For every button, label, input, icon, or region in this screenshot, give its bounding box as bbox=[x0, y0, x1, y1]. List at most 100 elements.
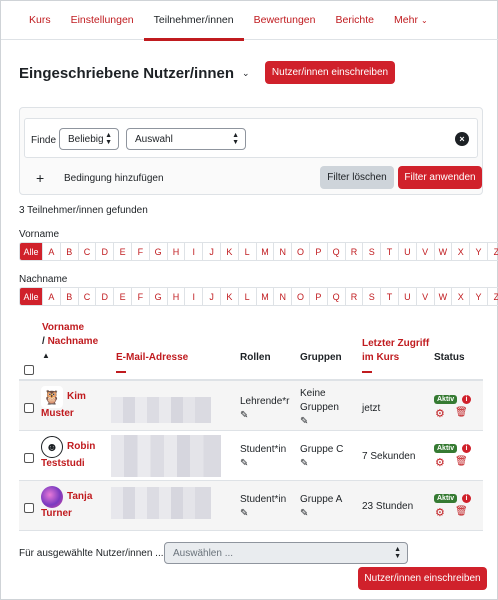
gear-icon[interactable]: ⚙ bbox=[435, 456, 445, 469]
initial-letter[interactable]: H bbox=[167, 287, 186, 306]
select-arrows-icon: ▲ ▼ bbox=[232, 132, 239, 146]
tab-participants[interactable]: Teilnehmer/innen bbox=[143, 1, 244, 41]
initial-letter[interactable]: J bbox=[203, 242, 221, 261]
initial-letter[interactable]: D bbox=[96, 242, 115, 261]
initial-letter[interactable]: R bbox=[345, 287, 364, 306]
initial-letter[interactable]: A bbox=[43, 242, 61, 261]
info-icon[interactable]: i bbox=[462, 444, 471, 453]
initial-letter[interactable]: K bbox=[220, 287, 239, 306]
initial-letter[interactable]: V bbox=[416, 287, 435, 306]
initial-letter[interactable]: S bbox=[363, 242, 382, 261]
pencil-icon[interactable]: ✎ bbox=[240, 410, 248, 421]
sort-lastname-link[interactable]: Nachname bbox=[48, 336, 99, 347]
pencil-icon[interactable]: ✎ bbox=[240, 458, 248, 469]
filter-type-select[interactable]: Auswahl ▲ ▼ bbox=[126, 128, 246, 150]
initial-letter[interactable]: D bbox=[96, 287, 115, 306]
initial-letter[interactable]: F bbox=[131, 287, 150, 306]
initial-letter[interactable]: L bbox=[238, 242, 257, 261]
info-icon[interactable]: i bbox=[462, 395, 471, 404]
initial-letter[interactable]: X bbox=[452, 287, 471, 306]
user-name-link[interactable]: Kim Muster bbox=[41, 388, 86, 422]
pencil-icon[interactable]: ✎ bbox=[300, 458, 308, 469]
initial-letter[interactable]: V bbox=[416, 242, 435, 261]
initial-all[interactable]: Alle bbox=[19, 287, 43, 306]
initial-letter[interactable]: W bbox=[434, 242, 453, 261]
pencil-icon[interactable]: ✎ bbox=[300, 508, 308, 519]
initial-letter[interactable]: L bbox=[238, 287, 257, 306]
status-badge: Aktiv bbox=[434, 444, 458, 453]
initial-letter[interactable]: N bbox=[274, 287, 293, 306]
initial-letter[interactable]: I bbox=[185, 287, 204, 306]
initial-letter[interactable]: G bbox=[149, 287, 168, 306]
initial-letter[interactable]: Z bbox=[487, 287, 498, 306]
tab-more[interactable]: Mehr ⌄ bbox=[384, 1, 438, 40]
initial-letter[interactable]: N bbox=[274, 242, 293, 261]
enrol-users-button-bottom[interactable]: Nutzer/innen einschreiben bbox=[358, 567, 487, 590]
initial-letter[interactable]: M bbox=[256, 242, 275, 261]
pencil-icon[interactable]: ✎ bbox=[300, 416, 308, 427]
remove-filter-icon[interactable]: × bbox=[455, 132, 469, 146]
initial-letter[interactable]: U bbox=[398, 242, 417, 261]
initial-letter[interactable]: S bbox=[363, 287, 382, 306]
select-all-checkbox[interactable] bbox=[24, 365, 34, 375]
initial-letter[interactable]: O bbox=[292, 242, 310, 261]
lastaccess-column-header[interactable]: Letzter Zugriff im Kurs bbox=[362, 337, 429, 373]
pencil-icon[interactable]: ✎ bbox=[240, 508, 248, 519]
initial-letter[interactable]: H bbox=[167, 242, 186, 261]
row-checkbox[interactable] bbox=[24, 503, 34, 513]
initial-letter[interactable]: Y bbox=[470, 242, 488, 261]
initial-letter[interactable]: B bbox=[60, 242, 79, 261]
initial-letter[interactable]: Z bbox=[487, 242, 498, 261]
user-name-link[interactable]: Robin Teststudi bbox=[41, 438, 95, 472]
initial-letter[interactable]: G bbox=[149, 242, 168, 261]
initial-all[interactable]: Alle bbox=[19, 242, 43, 261]
tab-course[interactable]: Kurs bbox=[19, 1, 61, 40]
user-name-link[interactable]: Tanja Turner bbox=[41, 488, 92, 522]
match-select[interactable]: Beliebig ▲ ▼ bbox=[59, 128, 119, 150]
trash-icon[interactable]: 🗑 bbox=[455, 456, 468, 467]
email-column-header[interactable]: E-Mail-Adresse bbox=[116, 351, 188, 373]
gear-icon[interactable]: ⚙ bbox=[435, 407, 445, 420]
clear-filters-button[interactable]: Filter löschen bbox=[320, 166, 394, 189]
initial-letter[interactable]: J bbox=[203, 287, 221, 306]
trash-icon[interactable]: 🗑 bbox=[455, 407, 468, 418]
tab-settings[interactable]: Einstellungen bbox=[61, 1, 144, 40]
bulk-action-select[interactable]: Auswählen ... ▲ ▼ bbox=[164, 542, 408, 564]
initial-letter[interactable]: Q bbox=[327, 287, 346, 306]
row-checkbox[interactable] bbox=[24, 453, 34, 463]
info-icon[interactable]: i bbox=[462, 494, 471, 503]
initial-letter[interactable]: R bbox=[345, 242, 364, 261]
initial-letter[interactable]: A bbox=[43, 287, 61, 306]
plus-icon[interactable]: + bbox=[36, 170, 44, 186]
initial-letter[interactable]: Q bbox=[327, 242, 346, 261]
initial-letter[interactable]: K bbox=[220, 242, 239, 261]
initial-letter[interactable]: U bbox=[398, 287, 417, 306]
initial-letter[interactable]: O bbox=[292, 287, 310, 306]
initial-letter[interactable]: W bbox=[434, 287, 453, 306]
sort-firstname-link[interactable]: Vorname bbox=[42, 322, 84, 333]
initial-letter[interactable]: M bbox=[256, 287, 275, 306]
page-title-menu[interactable]: Eingeschriebene Nutzer/innen ⌄ bbox=[19, 65, 250, 82]
initial-letter[interactable]: T bbox=[381, 242, 399, 261]
row-checkbox[interactable] bbox=[24, 403, 34, 413]
apply-filters-button[interactable]: Filter anwenden bbox=[398, 166, 482, 189]
initial-letter[interactable]: P bbox=[309, 287, 328, 306]
initial-letter[interactable]: I bbox=[185, 242, 204, 261]
initial-letter[interactable]: B bbox=[60, 287, 79, 306]
initial-letter[interactable]: P bbox=[309, 242, 328, 261]
initial-letter[interactable]: T bbox=[381, 287, 399, 306]
tab-grades[interactable]: Bewertungen bbox=[244, 1, 326, 40]
name-column-header[interactable]: Vorname / Nachname ▲ bbox=[42, 321, 98, 363]
initial-letter[interactable]: X bbox=[452, 242, 471, 261]
initial-letter[interactable]: C bbox=[78, 242, 97, 261]
initial-letter[interactable]: F bbox=[131, 242, 150, 261]
trash-icon[interactable]: 🗑 bbox=[455, 506, 468, 517]
tab-reports[interactable]: Berichte bbox=[326, 1, 385, 40]
initial-letter[interactable]: E bbox=[114, 287, 132, 306]
add-condition-link[interactable]: Bedingung hinzufügen bbox=[64, 173, 164, 184]
enrol-users-button[interactable]: Nutzer/innen einschreiben bbox=[265, 61, 395, 84]
initial-letter[interactable]: E bbox=[114, 242, 132, 261]
initial-letter[interactable]: Y bbox=[470, 287, 488, 306]
gear-icon[interactable]: ⚙ bbox=[435, 506, 445, 519]
initial-letter[interactable]: C bbox=[78, 287, 97, 306]
